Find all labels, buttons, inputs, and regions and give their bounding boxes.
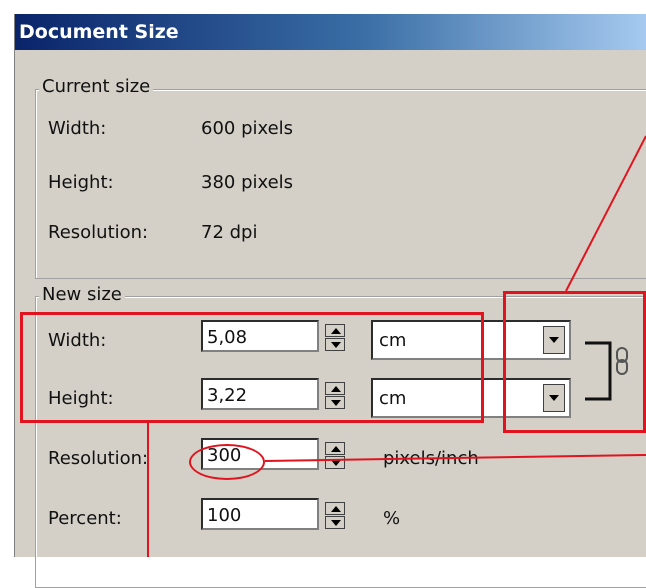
annotation-lines [147,135,646,557]
